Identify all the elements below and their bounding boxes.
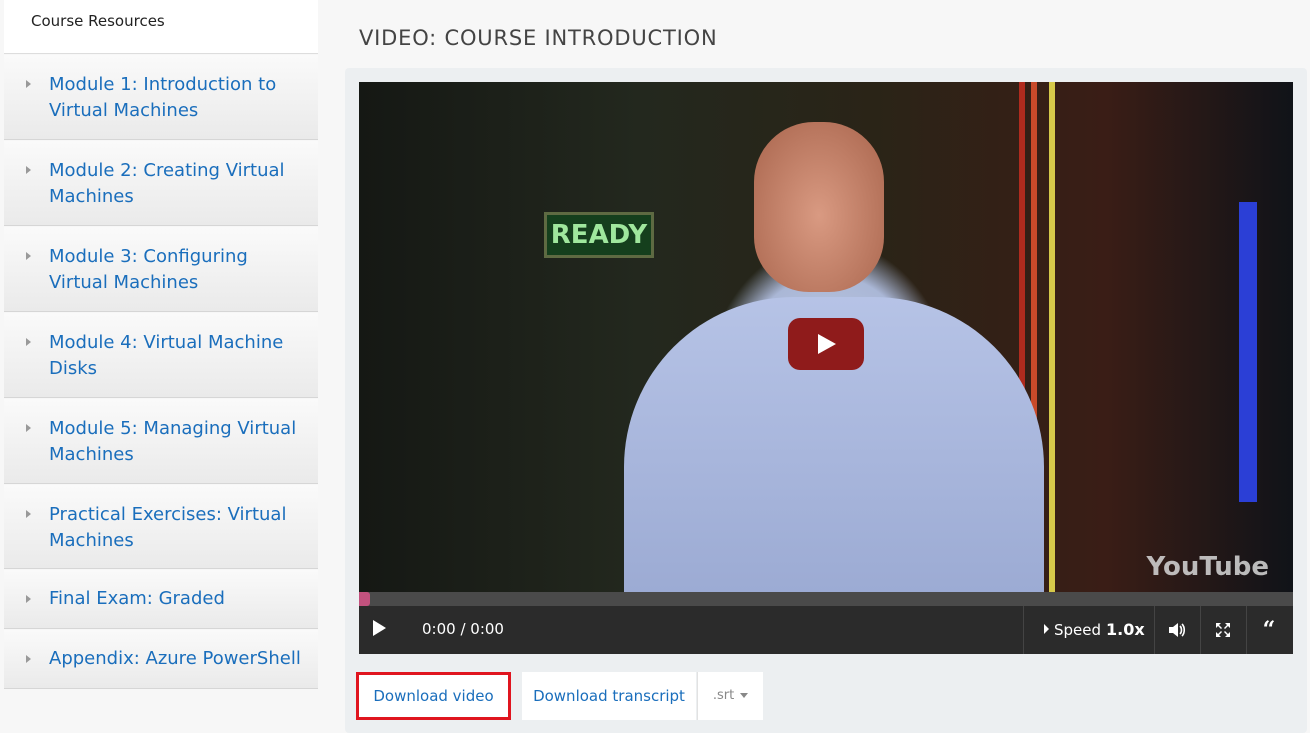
caret-right-icon bbox=[26, 595, 31, 603]
play-icon bbox=[818, 334, 836, 354]
sidebar-item-module-5[interactable]: Module 5: Managing Virtual Machines bbox=[4, 399, 318, 484]
video-controls: 0:00 / 0:00 Speed 1.0x “ bbox=[359, 606, 1293, 654]
blue-light bbox=[1239, 202, 1257, 502]
caret-right-icon bbox=[1044, 624, 1049, 634]
caret-right-icon bbox=[26, 655, 31, 663]
speed-value: 1.0x bbox=[1106, 620, 1145, 639]
sidebar: Course Resources Module 1: Introduction … bbox=[0, 0, 320, 733]
caret-right-icon bbox=[26, 338, 31, 346]
time-display: 0:00 / 0:00 bbox=[422, 620, 504, 638]
speed-label: Speed bbox=[1054, 621, 1102, 639]
page-title: VIDEO: COURSE INTRODUCTION bbox=[359, 26, 718, 50]
play-button[interactable] bbox=[788, 318, 864, 370]
sidebar-item-module-1[interactable]: Module 1: Introduction to Virtual Machin… bbox=[4, 55, 318, 140]
transcript-format-label: .srt bbox=[712, 688, 735, 703]
sidebar-item-label: Appendix: Azure PowerShell bbox=[49, 648, 301, 669]
sidebar-item-appendix[interactable]: Appendix: Azure PowerShell bbox=[4, 630, 318, 689]
transcript-format-dropdown[interactable]: .srt bbox=[697, 672, 763, 720]
sidebar-item-label: Module 5: Managing Virtual Machines bbox=[49, 418, 297, 465]
caret-right-icon bbox=[26, 424, 31, 432]
captions-icon[interactable]: “ bbox=[1246, 606, 1292, 654]
fullscreen-icon[interactable] bbox=[1200, 606, 1246, 654]
caret-right-icon bbox=[26, 80, 31, 88]
sidebar-item-practical-exercises[interactable]: Practical Exercises: Virtual Machines bbox=[4, 485, 318, 569]
presenter-head bbox=[754, 122, 884, 292]
caret-right-icon bbox=[26, 510, 31, 518]
caret-right-icon bbox=[26, 252, 31, 260]
sidebar-title: Course Resources bbox=[31, 12, 165, 30]
caret-right-icon bbox=[26, 166, 31, 174]
download-video-button[interactable]: Download video bbox=[356, 672, 511, 720]
sidebar-item-module-2[interactable]: Module 2: Creating Virtual Machines bbox=[4, 141, 318, 226]
progress-bar[interactable] bbox=[359, 592, 1293, 606]
chevron-down-icon bbox=[740, 693, 749, 698]
sidebar-header: Course Resources bbox=[4, 0, 318, 54]
youtube-logo: YouTube bbox=[1146, 552, 1269, 582]
sidebar-item-label: Module 2: Creating Virtual Machines bbox=[49, 160, 285, 207]
download-transcript-button[interactable]: Download transcript bbox=[522, 672, 696, 720]
sidebar-item-module-4[interactable]: Module 4: Virtual Machine Disks bbox=[4, 313, 318, 398]
sidebar-item-module-3[interactable]: Module 3: Configuring Virtual Machines bbox=[4, 227, 318, 312]
speed-control[interactable]: Speed 1.0x bbox=[1024, 606, 1154, 654]
volume-icon[interactable] bbox=[1154, 606, 1200, 654]
sidebar-item-label: Final Exam: Graded bbox=[49, 588, 225, 609]
sidebar-item-label: Module 4: Virtual Machine Disks bbox=[49, 332, 284, 379]
sidebar-item-final-exam[interactable]: Final Exam: Graded bbox=[4, 570, 318, 629]
progress-knob[interactable] bbox=[359, 592, 370, 606]
sidebar-item-label: Module 1: Introduction to Virtual Machin… bbox=[49, 74, 277, 121]
video-player[interactable]: READY YouTube 0:00 / 0:00 Speed 1.0x “ bbox=[359, 82, 1293, 654]
play-icon[interactable] bbox=[373, 620, 386, 636]
cable bbox=[1049, 82, 1055, 592]
sidebar-item-label: Practical Exercises: Virtual Machines bbox=[49, 504, 287, 551]
sidebar-item-label: Module 3: Configuring Virtual Machines bbox=[49, 246, 248, 293]
ready-sign: READY bbox=[544, 212, 654, 258]
